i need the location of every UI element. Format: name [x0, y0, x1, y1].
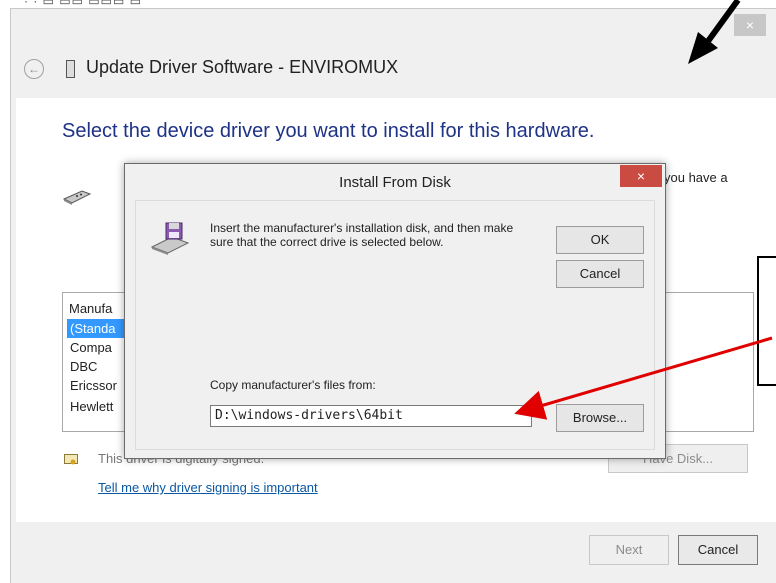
cropped-top-text: · · ▭ ▭▭ ▭▭▭ ▭	[24, 0, 143, 8]
back-arrow-icon: ←	[28, 62, 40, 76]
driver-signing-link[interactable]: Tell me why driver signing is important	[98, 480, 318, 495]
annotation-callout-box	[757, 256, 776, 386]
install-from-disk-dialog: Install From Disk × Insert the manufactu…	[124, 163, 666, 459]
list-column-header: Manufa	[69, 301, 113, 316]
window-close-button[interactable]: ×	[734, 14, 766, 36]
window-title: Update Driver Software - ENVIROMUX	[86, 57, 399, 77]
ok-button[interactable]: OK	[556, 226, 644, 254]
dialog-instruction-text: Insert the manufacturer's installation d…	[210, 221, 514, 249]
device-cable-icon	[62, 190, 92, 205]
dialog-cancel-button[interactable]: Cancel	[556, 260, 644, 288]
floppy-disk-drive-icon	[150, 222, 190, 255]
next-button[interactable]: Next	[589, 535, 669, 565]
source-path-input[interactable]	[210, 405, 532, 427]
dialog-body: Insert the manufacturer's installation d…	[135, 200, 655, 450]
close-icon: ×	[745, 17, 755, 33]
page-headline: Select the device driver you want to ins…	[62, 120, 595, 142]
cancel-button[interactable]: Cancel	[678, 535, 758, 565]
certificate-icon	[64, 454, 78, 465]
partial-instruction-text: you have a	[664, 170, 728, 185]
browse-button[interactable]: Browse...	[556, 404, 644, 432]
dialog-close-button[interactable]: ×	[620, 165, 662, 187]
dialog-title: Install From Disk	[339, 174, 451, 191]
back-button[interactable]: ←	[24, 59, 44, 79]
close-icon: ×	[636, 168, 646, 184]
copy-files-label: Copy manufacturer's files from:	[210, 378, 376, 392]
device-title-icon	[66, 60, 75, 78]
